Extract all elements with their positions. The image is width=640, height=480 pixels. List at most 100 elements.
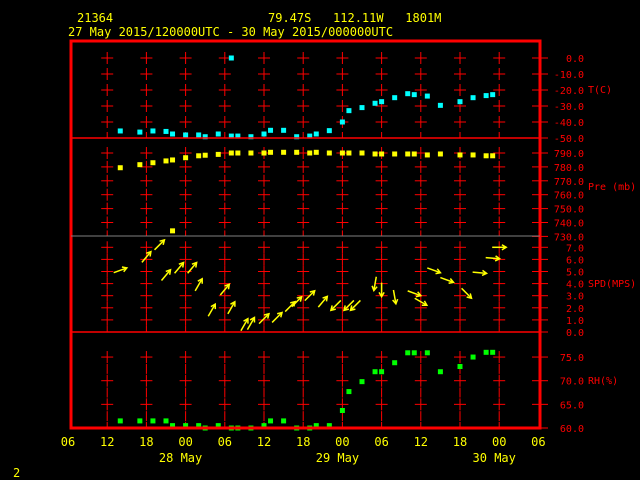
wind-arrow <box>485 255 502 262</box>
pressure-point <box>163 158 169 164</box>
station-id: 21364 <box>77 11 113 25</box>
temperature-tick-label: -30.0 <box>554 102 584 113</box>
pressure-tick-label: 740.0 <box>554 219 584 230</box>
pressure-point <box>235 150 241 156</box>
temperature-point <box>261 131 267 137</box>
pressure-point <box>170 157 176 163</box>
pressure-point <box>228 150 234 156</box>
temperature-tick-label: -40.0 <box>554 118 584 129</box>
humidity-point <box>281 418 287 424</box>
x-tick-label: 18 <box>453 435 467 449</box>
page-number: 2 <box>13 466 20 480</box>
pressure-point <box>281 149 287 155</box>
humidity-point <box>457 364 463 370</box>
temperature-point <box>117 128 123 134</box>
x-tick-label: 06 <box>218 435 232 449</box>
grid <box>101 52 548 429</box>
wind-arrow <box>153 238 166 251</box>
pressure-point <box>294 149 300 155</box>
pressure-tick-label: 730.0 <box>554 232 584 243</box>
humidity-point <box>372 369 378 375</box>
wind-arrow <box>271 311 284 323</box>
pressure-point <box>379 151 385 157</box>
x-tick-label: 12 <box>414 435 428 449</box>
temperature-point <box>137 129 143 135</box>
x-tick-label: 12 <box>257 435 271 449</box>
pressure-point <box>372 151 378 157</box>
x-date-label: 30 May <box>473 451 516 465</box>
pressure-point <box>215 151 221 157</box>
temperature-point <box>228 55 234 61</box>
pressure-point <box>392 151 398 157</box>
wind-tick-label: 2.0 <box>566 304 584 315</box>
humidity-point <box>268 418 274 424</box>
pressure-point <box>313 149 319 155</box>
pressure-point <box>405 151 411 157</box>
humidity-point <box>470 354 476 360</box>
humidity-point <box>346 389 352 395</box>
wind-arrow <box>392 289 399 306</box>
humidity-point <box>437 369 443 375</box>
humidity-point <box>392 360 398 366</box>
wind-arrow <box>113 266 129 274</box>
wind-arrow <box>407 290 423 298</box>
wind-arrow-shaft <box>461 287 473 299</box>
humidity-point <box>424 350 430 356</box>
pressure-point <box>268 149 274 155</box>
wind-tick-label: 1.0 <box>566 316 584 327</box>
temperature-point <box>346 108 352 114</box>
temperature-tick-label: -10.0 <box>554 70 584 81</box>
humidity-point <box>339 407 345 413</box>
temperature-point <box>411 92 417 98</box>
pressure-point <box>307 150 313 156</box>
wind-arrow-shaft <box>153 239 165 251</box>
wind-arrow-shaft <box>330 299 342 311</box>
pressure-point <box>359 150 365 156</box>
wind-arrow <box>329 299 342 312</box>
pressure-point <box>411 151 417 157</box>
humidity-tick-label: 60.0 <box>560 424 584 435</box>
temperature-tick-label: 0.0 <box>566 54 584 65</box>
wind-arrow <box>461 287 473 300</box>
wind-arrow <box>240 317 249 332</box>
pressure-point <box>483 153 489 159</box>
temperature-point <box>490 92 496 98</box>
x-tick-label: 00 <box>178 435 192 449</box>
pressure-point <box>470 152 476 158</box>
temperature-point <box>196 132 202 138</box>
humidity-axis-title: RH(%) <box>588 376 618 387</box>
x-tick-label: 18 <box>296 435 310 449</box>
temperature-point <box>372 100 378 106</box>
x-tick-label: 12 <box>100 435 114 449</box>
x-date-label: 28 May <box>159 451 202 465</box>
pressure-point <box>490 153 496 159</box>
pressure-tick-label: 790.0 <box>554 149 584 160</box>
temperature-point <box>405 91 411 97</box>
temperature-point <box>281 127 287 133</box>
humidity-point <box>359 379 365 385</box>
humidity-tick-label: 65.0 <box>560 400 584 411</box>
temperature-point <box>437 102 443 108</box>
pressure-tick-label: 760.0 <box>554 191 584 202</box>
pressure-point <box>117 165 123 171</box>
wind-axis-title: SPD(MPS) <box>588 279 636 290</box>
pressure-point <box>457 152 463 158</box>
x-tick-label: 06 <box>61 435 75 449</box>
wind-tick-label: 7.0 <box>566 243 584 254</box>
humidity-point <box>490 349 496 355</box>
pressure-point <box>150 160 156 166</box>
pressure-point <box>326 150 332 156</box>
humidity-point <box>411 350 417 356</box>
temperature-axis-title: T(C) <box>588 85 612 96</box>
temperature-point <box>379 99 385 105</box>
temperature-point <box>483 93 489 99</box>
pressure-tick-label: 770.0 <box>554 177 584 188</box>
pressure-axis-title: Pre (mb) <box>588 182 636 193</box>
wind-tick-label: 6.0 <box>566 255 584 266</box>
humidity-tick-label: 70.0 <box>560 377 584 388</box>
x-date-label: 29 May <box>316 451 359 465</box>
humidity-point <box>483 349 489 355</box>
wind-arrow <box>160 268 172 281</box>
temperature-point <box>268 127 274 133</box>
x-tick-label: 18 <box>139 435 153 449</box>
